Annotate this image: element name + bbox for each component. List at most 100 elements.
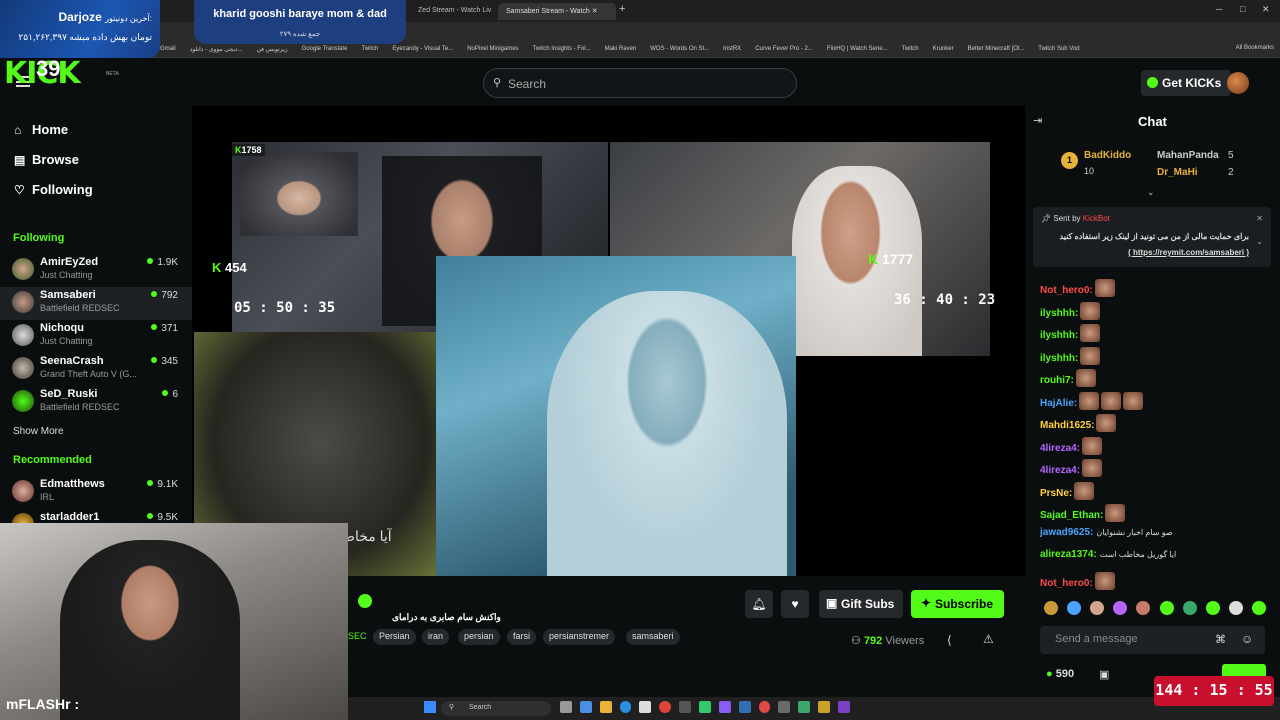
app-icon[interactable] [758, 701, 771, 713]
chat-username[interactable]: 4lireza4: [1040, 443, 1080, 454]
report-icon[interactable]: ⚠ [983, 632, 994, 646]
stream-category[interactable]: SEC [348, 631, 367, 641]
windows-start-icon[interactable] [424, 701, 436, 713]
app-icon[interactable] [679, 701, 692, 713]
bookmark-item[interactable]: NoPixel Minigames [467, 46, 518, 57]
app-icon[interactable] [818, 701, 831, 713]
bookmark-item[interactable]: Curve Fever Pro - 2... [755, 46, 813, 57]
bookmark-item[interactable]: Twitch [902, 46, 919, 57]
top-gifter-name[interactable]: BadKiddo [1084, 150, 1131, 161]
emote-icon[interactable] [1182, 601, 1197, 615]
subscribe-button[interactable]: ✦ Subscribe [911, 590, 1004, 618]
bookmark-item[interactable]: Gmail [160, 46, 176, 57]
stream-tag[interactable]: Persian [373, 629, 416, 645]
chat-username[interactable]: alireza1374: [1040, 549, 1097, 560]
bookmark-item[interactable]: Krunker [933, 46, 954, 57]
sidebar-item-browse[interactable]: ▤ Browse [14, 152, 79, 167]
app-icon[interactable] [699, 701, 711, 713]
taskbar-search[interactable]: ⚲ Search [441, 701, 551, 716]
bookmark-item[interactable]: WOS - Words On St... [650, 46, 709, 57]
gift-icon[interactable]: ▣ [1099, 668, 1109, 681]
notification-button[interactable]: 🔔︎ [745, 590, 773, 618]
following-channel[interactable]: AmirEyZed Just Chatting 1.9K [0, 254, 192, 287]
bookmark-item[interactable]: Maki Raven [605, 46, 637, 57]
bookmark-item[interactable]: Google Translate [302, 46, 348, 57]
minimize-icon[interactable]: ─ [1216, 4, 1222, 14]
maximize-icon[interactable]: □ [1240, 4, 1245, 14]
bookmark-item[interactable]: InstRX [723, 46, 741, 57]
chat-username[interactable]: Mahdi1625: [1040, 420, 1094, 431]
sidebar-item-following[interactable]: ♡ Following [14, 182, 93, 197]
show-more-button[interactable]: Show More [13, 426, 64, 437]
stream-tag[interactable]: persian [458, 629, 500, 645]
app-icon[interactable] [639, 701, 652, 713]
commands-icon[interactable]: ⌘ [1215, 633, 1226, 646]
folder-icon[interactable] [599, 701, 612, 713]
chat-username[interactable]: Sajad_Ethan: [1040, 510, 1103, 521]
bookmark-item[interactable]: Better Minecraft [Ol... [968, 46, 1025, 57]
expand-leaderboard-icon[interactable]: ⌄ [1147, 187, 1155, 198]
chat-username[interactable]: ilyshhh: [1040, 353, 1078, 364]
bookmark-item[interactable]: دیجی مووی - دانلود... [190, 46, 243, 57]
chat-username[interactable]: rouhi7: [1040, 375, 1074, 386]
app-icon[interactable] [798, 701, 811, 713]
app-icon[interactable] [718, 701, 731, 713]
emote-icon[interactable] [1228, 601, 1243, 615]
bookmark-item[interactable]: Twitch Insights - Fol... [533, 46, 591, 57]
bookmark-item[interactable]: Twitch Sub Vod [1038, 46, 1079, 57]
edge-icon[interactable] [619, 701, 632, 713]
emote-icon[interactable] [1159, 601, 1174, 615]
chat-username[interactable]: HajAlie: [1040, 398, 1077, 409]
emote-icon[interactable] [1113, 601, 1128, 615]
bookmark-item[interactable]: Twitch [361, 46, 378, 57]
collapse-chat-icon[interactable]: ⇥ [1033, 114, 1042, 127]
following-channel[interactable]: SeD_Ruski Battlefield REDSEC 6 [0, 386, 192, 419]
all-bookmarks[interactable]: All Bookmarks [1231, 45, 1274, 51]
emote-icon[interactable] [1067, 601, 1082, 615]
close-window-icon[interactable]: ✕ [1262, 4, 1270, 15]
top-gifter-name[interactable]: Dr_MaHi [1157, 167, 1198, 178]
video-player[interactable]: K1758 K 454 05 : 50 : 35 K 1777 36 : 40 … [192, 106, 1025, 576]
address-bar[interactable] [0, 22, 1280, 42]
pinned-link[interactable]: ( https://reymit.com/samsaberi ) [1128, 248, 1249, 257]
following-channel[interactable]: SeenaCrash Grand Theft Auto V (G... 345 [0, 353, 192, 386]
top-gifter-name[interactable]: MahanPanda [1157, 150, 1219, 161]
tab-zed-stream[interactable]: Zed Stream - Watch Liv [410, 3, 496, 20]
bookmark-item[interactable]: FlixHQ | Watch Serie... [827, 46, 888, 57]
recommended-channel[interactable]: Edmatthews IRL 9.1K [0, 476, 192, 509]
chat-username[interactable]: jawad9625: [1040, 527, 1093, 538]
steam-icon[interactable] [738, 701, 751, 713]
chrome-icon[interactable] [659, 701, 672, 713]
close-icon[interactable]: ✕ [592, 8, 598, 15]
following-channel[interactable]: Samsaberi Battlefield REDSEC 792 [0, 287, 192, 320]
chevron-down-icon[interactable]: ⌄ [1256, 237, 1263, 246]
new-tab-button[interactable]: + [619, 3, 625, 15]
bookmark-item[interactable]: زیرنویس فن [257, 46, 288, 57]
emote-icon[interactable] [1090, 601, 1105, 615]
stream-tag[interactable]: farsi [507, 629, 537, 645]
emote-icon[interactable] [1136, 601, 1151, 615]
chat-input[interactable]: Send a message [1040, 626, 1265, 654]
stream-tag[interactable]: samsaberi [626, 629, 680, 645]
chat-username[interactable]: ilyshhh: [1040, 308, 1078, 319]
get-kicks-button[interactable]: Get KICKs [1141, 70, 1231, 96]
gift-subs-button[interactable]: ▣ Gift Subs [819, 590, 903, 618]
emote-icon[interactable] [1205, 601, 1220, 615]
app-icon[interactable] [838, 701, 850, 713]
share-icon[interactable]: ⟨ [947, 633, 952, 647]
app-icon[interactable] [778, 701, 791, 713]
follow-button[interactable]: ♥ [781, 590, 809, 618]
chat-username[interactable]: PrsNe: [1040, 488, 1072, 499]
emoji-icon[interactable]: ☺ [1241, 632, 1253, 646]
sidebar-item-home[interactable]: ⌂ Home [14, 122, 68, 137]
stream-tag[interactable]: persianstremer [543, 629, 616, 645]
chat-username[interactable]: Not_hero0: [1040, 285, 1093, 296]
chat-username[interactable]: ilyshhh: [1040, 330, 1078, 341]
stream-tag[interactable]: iran [422, 629, 450, 645]
search-input[interactable]: ⚲ Search [483, 68, 797, 98]
bookmark-item[interactable]: Eyecandy - Visual Te... [392, 46, 453, 57]
app-icon[interactable] [560, 701, 572, 713]
chat-username[interactable]: 4lireza4: [1040, 465, 1080, 476]
tab-samsaberi-stream[interactable]: Samsaberi Stream - Watch ✕ [498, 3, 616, 20]
unpin-icon[interactable]: ✕ [1256, 214, 1263, 223]
